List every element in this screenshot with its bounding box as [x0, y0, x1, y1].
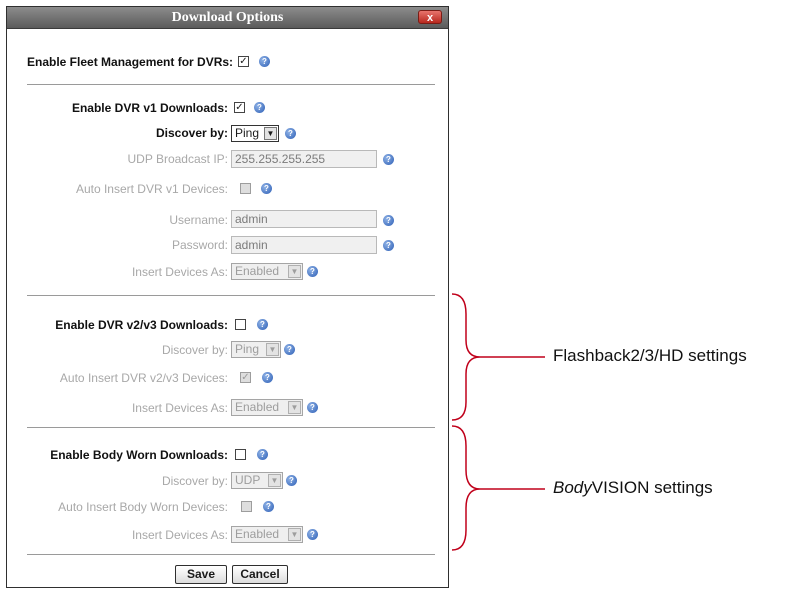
bodyvision-rest: VISION settings: [591, 478, 713, 497]
help-icon[interactable]: ?: [383, 240, 394, 251]
dvr-v1-discover-select[interactable]: Ping ▼: [231, 125, 279, 142]
enable-dvr-v1-label: Enable DVR v1 Downloads:: [71, 101, 228, 115]
enable-body-worn-label: Enable Body Worn Downloads:: [50, 448, 228, 462]
fleet-management-label: Enable Fleet Management for DVRs:: [27, 55, 234, 69]
help-icon[interactable]: ?: [284, 344, 295, 355]
chevron-down-icon: ▼: [288, 401, 301, 414]
help-icon[interactable]: ?: [307, 529, 318, 540]
enable-dvr-v2v3-checkbox[interactable]: [235, 319, 246, 330]
username-input[interactable]: admin: [231, 210, 377, 228]
select-value: Ping: [235, 126, 260, 140]
bodyvision-bracket: [451, 425, 481, 551]
save-button[interactable]: Save: [175, 565, 227, 584]
flashback-bracket: [451, 293, 481, 421]
dialog-title: Download Options: [171, 10, 284, 25]
help-icon[interactable]: ?: [262, 372, 273, 383]
help-icon[interactable]: ?: [259, 56, 270, 67]
udp-broadcast-input[interactable]: 255.255.255.255: [231, 150, 377, 168]
auto-insert-dvr-v1-checkbox[interactable]: [240, 183, 251, 194]
username-label: Username:: [169, 213, 228, 227]
enable-body-worn-checkbox[interactable]: [235, 449, 246, 460]
help-icon[interactable]: ?: [285, 128, 296, 139]
udp-broadcast-label: UDP Broadcast IP:: [127, 152, 229, 166]
auto-insert-body-worn-label: Auto Insert Body Worn Devices:: [58, 500, 228, 514]
divider: [27, 84, 435, 85]
chevron-down-icon: ▼: [266, 343, 279, 356]
select-value: Enabled: [235, 400, 280, 414]
chevron-down-icon: ▼: [288, 265, 301, 278]
auto-insert-dvr-v2v3-checkbox[interactable]: ✓: [240, 372, 251, 383]
help-icon[interactable]: ?: [307, 266, 318, 277]
dvr-v2v3-insert-select[interactable]: Enabled ▼: [231, 399, 303, 416]
bodyvision-italic: Body: [553, 478, 592, 497]
chevron-down-icon: ▼: [288, 528, 301, 541]
bodyvision-annotation: BodyVISION settings: [553, 478, 713, 498]
discover-by-label: Discover by:: [155, 126, 228, 140]
help-icon[interactable]: ?: [257, 449, 268, 460]
help-icon[interactable]: ?: [383, 215, 394, 226]
dvr-v2v3-discover-select[interactable]: Ping ▼: [231, 341, 281, 358]
help-icon[interactable]: ?: [257, 319, 268, 330]
help-icon[interactable]: ?: [261, 183, 272, 194]
close-icon: x: [426, 12, 434, 24]
body-worn-insert-select[interactable]: Enabled ▼: [231, 526, 303, 543]
download-options-dialog: Download Options x Enable Fleet Manageme…: [6, 6, 449, 588]
select-value: Enabled: [235, 264, 280, 278]
divider: [27, 427, 435, 428]
password-label: Password:: [171, 238, 228, 252]
select-value: Enabled: [235, 527, 280, 541]
enable-dvr-v1-checkbox[interactable]: ✓: [234, 102, 245, 113]
insert-devices-as-label: Insert Devices As:: [131, 401, 228, 415]
discover-by-label: Discover by:: [161, 343, 228, 357]
chevron-down-icon: ▼: [268, 474, 281, 487]
help-icon[interactable]: ?: [263, 501, 274, 512]
help-icon[interactable]: ?: [307, 402, 318, 413]
body-worn-discover-select[interactable]: UDP ▼: [231, 472, 283, 489]
divider: [27, 554, 435, 555]
password-input[interactable]: admin: [231, 236, 377, 254]
discover-by-label: Discover by:: [161, 474, 228, 488]
auto-insert-dvr-v1-label: Auto Insert DVR v1 Devices:: [75, 182, 228, 196]
fleet-management-checkbox[interactable]: ✓: [238, 56, 249, 67]
dvr-v1-insert-select[interactable]: Enabled ▼: [231, 263, 303, 280]
divider: [27, 295, 435, 296]
insert-devices-as-label: Insert Devices As:: [131, 265, 228, 279]
dialog-titlebar: Download Options x: [7, 7, 448, 29]
auto-insert-dvr-v2v3-label: Auto Insert DVR v2/v3 Devices:: [59, 371, 228, 385]
help-icon[interactable]: ?: [254, 102, 265, 113]
close-button[interactable]: x: [418, 10, 442, 24]
flashback-annotation: Flashback2/3/HD settings: [553, 346, 747, 365]
auto-insert-body-worn-checkbox[interactable]: [241, 501, 252, 512]
enable-dvr-v2v3-label: Enable DVR v2/v3 Downloads:: [55, 318, 228, 332]
insert-devices-as-label: Insert Devices As:: [131, 528, 228, 542]
help-icon[interactable]: ?: [286, 475, 297, 486]
cancel-button[interactable]: Cancel: [232, 565, 288, 584]
annotation-brackets: [451, 293, 545, 551]
chevron-down-icon: ▼: [264, 127, 277, 140]
select-value: Ping: [235, 342, 260, 356]
help-icon[interactable]: ?: [383, 154, 394, 165]
select-value: UDP: [235, 473, 261, 487]
